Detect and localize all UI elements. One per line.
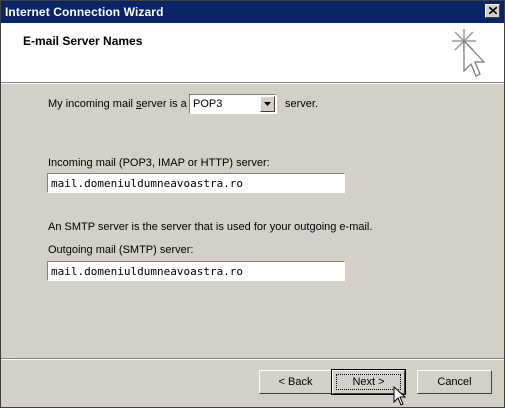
cancel-button[interactable]: Cancel: [417, 370, 492, 394]
dropdown-button[interactable]: [260, 96, 275, 112]
next-button-label: Next >: [352, 376, 385, 388]
chevron-down-icon: [264, 102, 271, 106]
wizard-window: Internet Connection Wizard E-mail Server…: [0, 0, 505, 408]
back-button[interactable]: < Back: [259, 370, 332, 394]
outgoing-server-label: Outgoing mail (SMTP) server:: [48, 244, 194, 256]
incoming-server-type-select[interactable]: POP3: [189, 94, 277, 114]
incoming-type-prefix-label: My incoming mail server is a: [48, 98, 187, 110]
wizard-sparkle-cursor-icon: [452, 29, 486, 77]
close-button[interactable]: [485, 4, 500, 18]
footer-divider: [1, 358, 504, 360]
incoming-server-label: Incoming mail (POP3, IMAP or HTTP) serve…: [48, 157, 270, 169]
mouse-pointer-icon: [393, 386, 407, 406]
smtp-description: An SMTP server is the server that is use…: [48, 221, 373, 233]
outgoing-server-input[interactable]: [47, 261, 345, 281]
back-button-label: < Back: [278, 376, 313, 388]
page-title: E-mail Server Names: [23, 34, 143, 48]
wizard-header: E-mail Server Names: [1, 23, 504, 82]
cancel-button-label: Cancel: [437, 376, 472, 388]
select-value: POP3: [193, 98, 223, 110]
close-icon: [489, 7, 497, 14]
incoming-server-input[interactable]: [47, 173, 345, 193]
header-divider: [1, 82, 504, 84]
title-bar[interactable]: Internet Connection Wizard: [1, 1, 504, 23]
incoming-type-suffix-label: server.: [285, 98, 319, 110]
window-title: Internet Connection Wizard: [5, 5, 164, 19]
